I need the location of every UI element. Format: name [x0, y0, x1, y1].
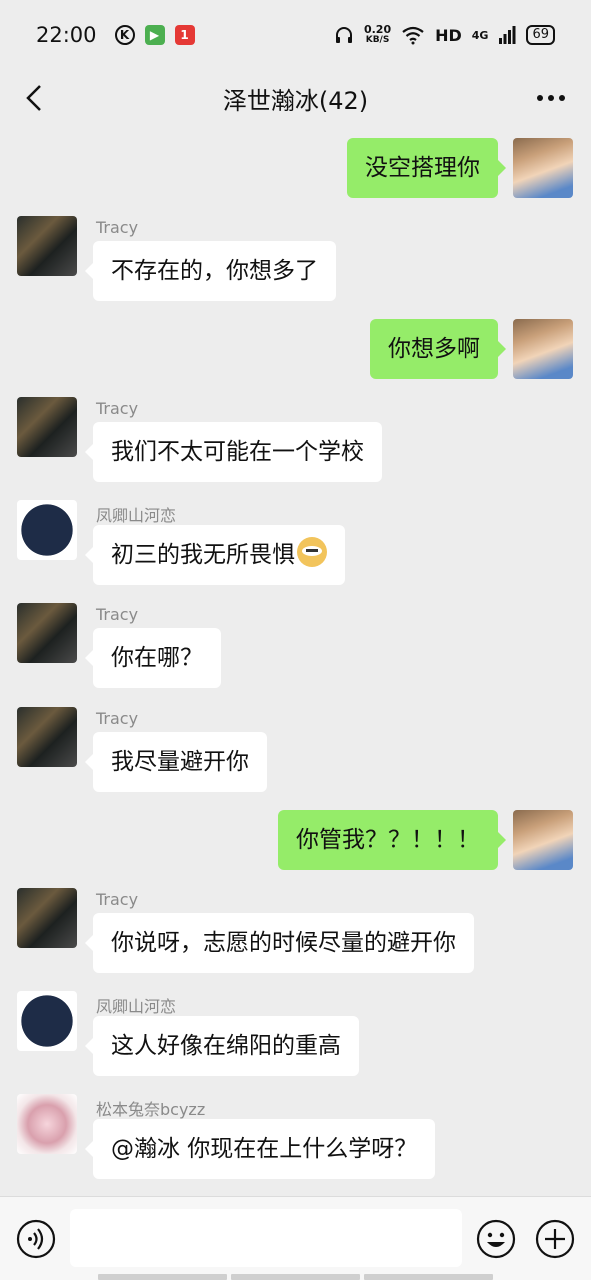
network-type: 4G: [471, 28, 489, 42]
more-button[interactable]: [531, 80, 571, 116]
one-app-icon: 1: [174, 25, 195, 45]
message-bubble-incoming[interactable]: 初三的我无所畏惧: [85, 525, 345, 585]
battery-indicator: 69: [526, 25, 555, 45]
signal-icon: [499, 26, 516, 44]
input-bar: [0, 1196, 591, 1280]
speed-value: 0.20: [363, 23, 392, 36]
plus-icon: [535, 1219, 575, 1259]
message-list[interactable]: 没空搭理你 Tracy 不存在的，你想多了 你想多啊 Tracy 我们不太可能在…: [0, 126, 591, 1196]
more-dots-icon: [537, 95, 565, 101]
message-bubble-incoming[interactable]: 你说呀，志愿的时候尽量的避开你: [85, 913, 474, 973]
play-app-icon: ▶: [144, 25, 165, 45]
nav-segment: [364, 1274, 493, 1280]
tracy-avatar[interactable]: [17, 397, 77, 457]
emoji-button[interactable]: [476, 1219, 516, 1259]
back-arrow-icon: [26, 85, 41, 111]
message-bubble-incoming[interactable]: 我们不太可能在一个学校: [85, 422, 382, 482]
message-text: 初三的我无所畏惧: [111, 542, 295, 568]
message-bubble-outgoing[interactable]: 你想多啊: [370, 319, 506, 379]
sender-name: 凤卿山河恋: [96, 506, 177, 525]
message-bubble-outgoing[interactable]: 你管我？？！！！: [278, 810, 506, 870]
tracy-avatar[interactable]: [17, 603, 77, 663]
sender-name: Tracy: [96, 218, 139, 237]
chat-title: 泽世瀚冰(42): [222, 86, 369, 115]
chat-header: 泽世瀚冰(42): [0, 70, 591, 126]
network-speed: 0.20 KB/S: [364, 24, 391, 46]
voice-button[interactable]: [16, 1219, 56, 1259]
sender-name: Tracy: [96, 890, 139, 909]
sender-name: Tracy: [96, 709, 139, 728]
headphones-icon: [335, 27, 352, 43]
fengqing-avatar[interactable]: [17, 991, 77, 1051]
fengqing-avatar[interactable]: [17, 500, 77, 560]
sender-name: Tracy: [96, 605, 139, 624]
sender-name: Tracy: [96, 399, 139, 418]
status-right: 0.20 KB/S HD 4G 69: [334, 24, 555, 46]
nav-segment: [231, 1274, 360, 1280]
nav-segment: [98, 1274, 227, 1280]
k-app-icon: K: [114, 25, 135, 45]
message-bubble-incoming[interactable]: @瀚冰 你现在在上什么学呀？: [84, 1119, 436, 1179]
my-avatar[interactable]: [513, 138, 573, 198]
message-bubble-incoming[interactable]: 你在哪？: [85, 628, 221, 688]
back-button[interactable]: [16, 80, 52, 116]
songben-avatar[interactable]: [17, 1094, 77, 1154]
tracy-avatar[interactable]: [17, 888, 77, 948]
tracy-avatar[interactable]: [17, 216, 77, 276]
my-avatar[interactable]: [513, 319, 573, 379]
message-input[interactable]: [70, 1209, 462, 1267]
hd-label: HD: [435, 25, 462, 45]
wifi-icon: [402, 26, 424, 45]
status-left: 22:00 K ▶ 1: [36, 23, 195, 47]
message-bubble-incoming[interactable]: 这人好像在绵阳的重高: [85, 1016, 359, 1076]
plus-button[interactable]: [535, 1219, 575, 1259]
speed-unit: KB/S: [365, 35, 390, 45]
doge-emoji-icon: [297, 537, 327, 567]
status-time: 22:00: [36, 23, 97, 47]
sender-name: 松本兔奈bcyzz: [96, 1100, 206, 1119]
status-bar: 22:00 K ▶ 1 0.20 KB/S HD 4G 69: [0, 0, 591, 70]
message-bubble-incoming[interactable]: 不存在的，你想多了: [85, 241, 336, 301]
voice-icon: [16, 1219, 56, 1259]
bottom-nav-indicator: [98, 1274, 493, 1280]
message-bubble-incoming[interactable]: 我尽量避开你: [85, 732, 267, 792]
emoji-icon: [476, 1219, 516, 1259]
message-bubble-outgoing[interactable]: 没空搭理你: [347, 138, 506, 198]
sender-name: 凤卿山河恋: [96, 997, 177, 1016]
my-avatar[interactable]: [513, 810, 573, 870]
tracy-avatar[interactable]: [17, 707, 77, 767]
